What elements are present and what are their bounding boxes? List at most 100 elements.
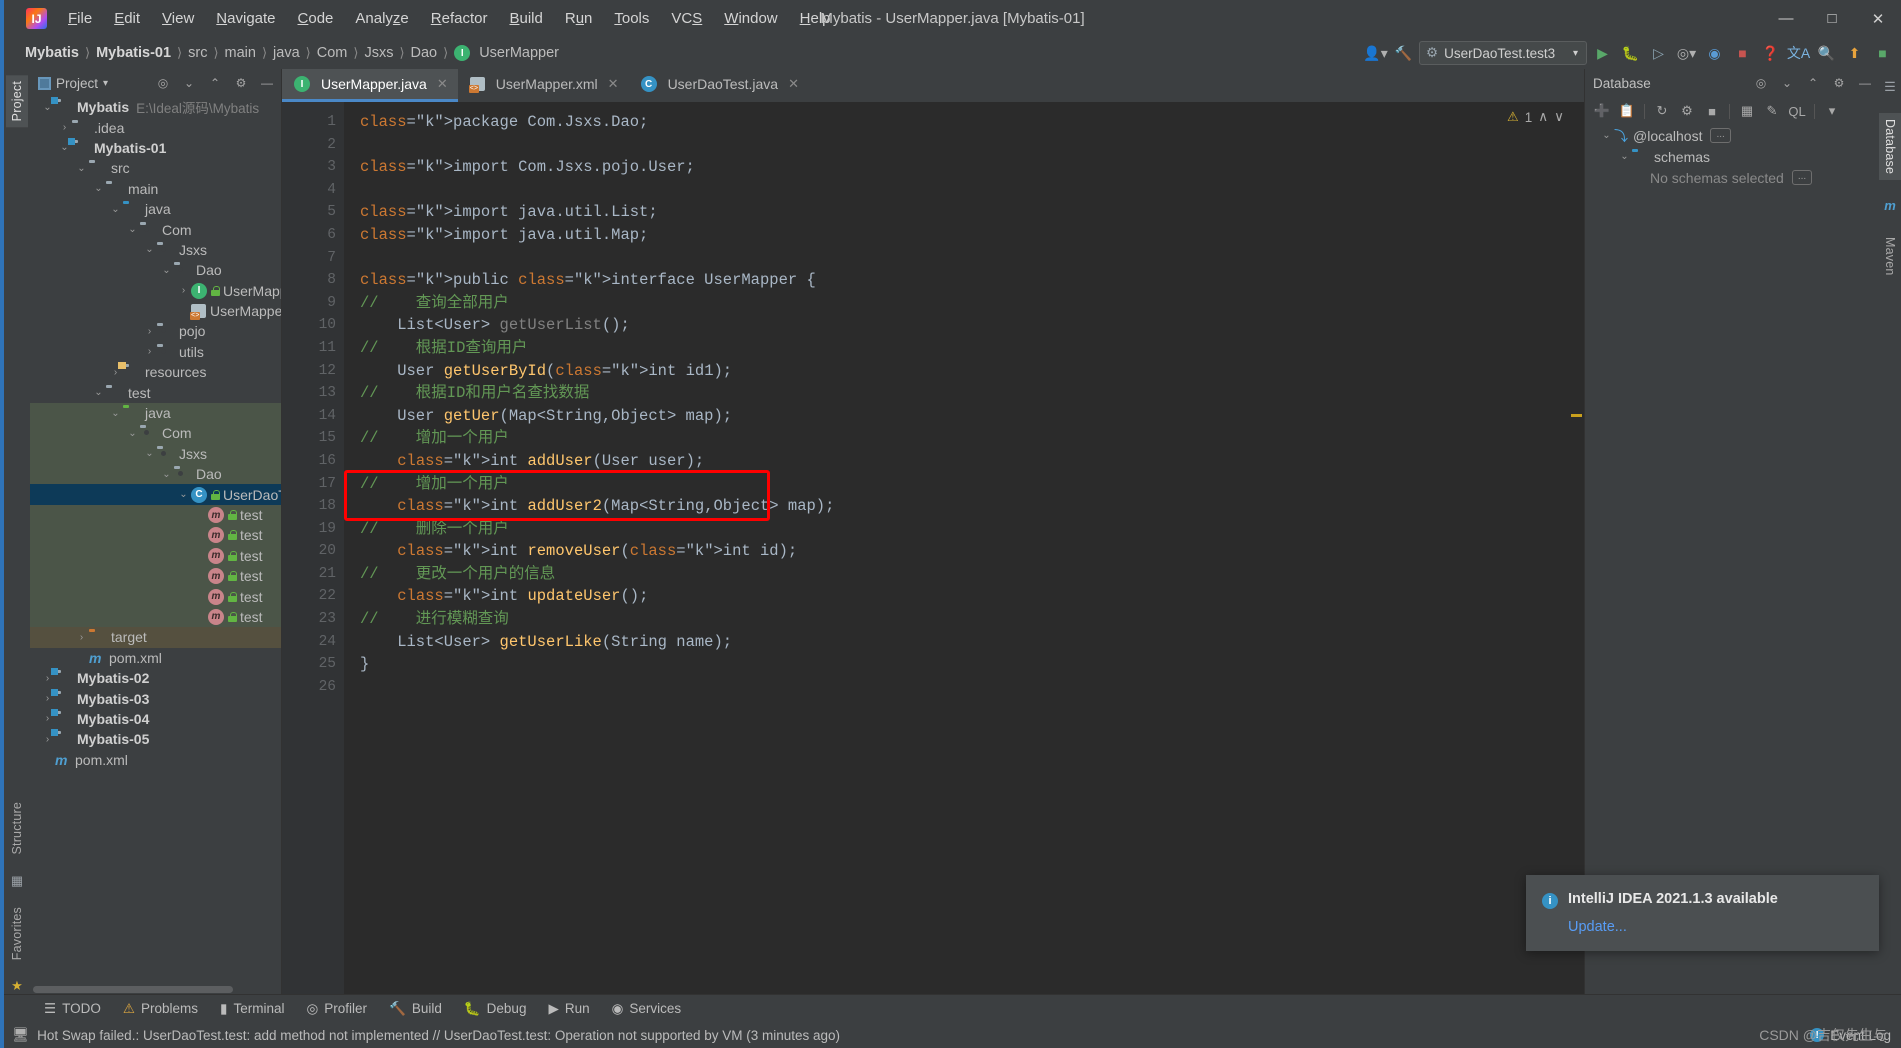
line-number[interactable]: 20: [282, 540, 344, 563]
code-line[interactable]: class="k">int addUser(User user);: [360, 450, 1568, 473]
line-number[interactable]: 3⌵: [282, 156, 353, 179]
minimize-button[interactable]: —: [1763, 0, 1809, 37]
toolwindow-problems[interactable]: ⚠ Problems: [113, 998, 208, 1020]
collapse-all-icon[interactable]: ⌃: [1803, 73, 1823, 93]
tree-item-resources[interactable]: › resources: [30, 362, 281, 382]
menu-bar[interactable]: File Edit View Navigate Code Analyze Ref…: [57, 6, 842, 31]
tree-expand-arrow[interactable]: ⌄: [142, 448, 157, 459]
tree-expand-arrow[interactable]: ⌄: [176, 489, 191, 500]
tree-expand-arrow[interactable]: [74, 652, 89, 663]
code-line[interactable]: class="k">package Com.Jsxs.Dao;: [360, 111, 1568, 134]
tree-expand-arrow[interactable]: ⌄: [74, 163, 89, 174]
sidebar-tab-structure[interactable]: Structure: [6, 796, 28, 861]
tree-item-test[interactable]: m test: [30, 525, 281, 546]
filter-icon[interactable]: ▾: [1821, 100, 1843, 122]
warning-marker[interactable]: [1571, 414, 1582, 417]
menu-file[interactable]: File: [57, 6, 103, 31]
tree-item-com[interactable]: ⌄ Com: [30, 219, 281, 239]
line-number[interactable]: 4: [282, 179, 344, 202]
help-icon[interactable]: ❓: [1758, 41, 1783, 66]
code-line[interactable]: }: [360, 653, 1568, 676]
editor-gutter[interactable]: 123⌵456⊖78910111213141516171819202122232…: [282, 102, 354, 994]
structure-icon[interactable]: ▦: [11, 873, 23, 889]
tree-item-target[interactable]: › target: [30, 627, 281, 648]
stop-icon[interactable]: ■: [1730, 41, 1755, 66]
notification-popup[interactable]: i IntelliJ IDEA 2021.1.3 available Updat…: [1526, 875, 1879, 951]
line-number[interactable]: 7: [282, 247, 344, 270]
tree-expand-arrow[interactable]: [193, 611, 208, 622]
line-number[interactable]: 6⊖: [282, 224, 353, 247]
tree-item-mybatis-04[interactable]: › Mybatis-04: [30, 708, 281, 729]
code-line[interactable]: class="k">public class="k">interface Use…: [360, 269, 1568, 292]
project-tree[interactable]: ⌄ Mybatis E:\Ideal源码\Mybatis › .idea ⌄ Mybatis…: [30, 97, 281, 985]
line-number[interactable]: 13: [282, 382, 344, 405]
breadcrumb-com[interactable]: Com: [312, 43, 353, 63]
line-number[interactable]: 14: [282, 405, 344, 428]
attach-process-icon[interactable]: ◉: [1702, 41, 1727, 66]
db-ellipsis-button[interactable]: ...: [1710, 128, 1731, 143]
toolwindow-run[interactable]: ▶ Run: [538, 998, 599, 1020]
editor-marker-strip[interactable]: [1568, 102, 1584, 994]
breadcrumb-dao[interactable]: Dao: [406, 43, 443, 63]
tree-item-mybatis-02[interactable]: › Mybatis-02: [30, 668, 281, 688]
breadcrumb-jsxs[interactable]: Jsxs: [359, 43, 398, 63]
sidebar-tab-favorites[interactable]: Favorites: [6, 901, 28, 966]
tree-item-src[interactable]: ⌄ src: [30, 158, 281, 178]
edit-icon[interactable]: ✎: [1761, 100, 1783, 122]
code-line[interactable]: [360, 247, 1568, 270]
code-line[interactable]: // 更改一个用户的信息: [360, 563, 1568, 586]
search-icon[interactable]: 🔍: [1814, 41, 1839, 66]
line-number[interactable]: 9: [282, 292, 344, 315]
source-code[interactable]: class="k">package Com.Jsxs.Dao; class="k…: [344, 102, 1568, 698]
code-line[interactable]: // 根据ID和用户名查找数据: [360, 382, 1568, 405]
run-with-coverage-icon[interactable]: ▷: [1646, 41, 1671, 66]
code-line[interactable]: List<User> getUserLike(String name);: [360, 631, 1568, 654]
close-icon[interactable]: ✕: [608, 76, 619, 92]
tree-item-mybatis-03[interactable]: › Mybatis-03: [30, 688, 281, 708]
tree-item-dao[interactable]: ⌄ Dao: [30, 260, 281, 280]
tree-item-mybatis-05[interactable]: › Mybatis-05: [30, 729, 281, 749]
translate-icon[interactable]: 文A: [1786, 41, 1811, 66]
debug-icon[interactable]: 🐛: [1618, 41, 1643, 66]
toolwindow-debug[interactable]: 🐛 Debug: [454, 998, 537, 1020]
menu-help[interactable]: Help: [789, 6, 842, 31]
menu-vcs[interactable]: VCS: [660, 6, 713, 31]
tree-item-test[interactable]: m test: [30, 504, 281, 526]
tab-usermapper-java[interactable]: I UserMapper.java ✕: [282, 69, 458, 102]
notification-update-link[interactable]: Update...: [1568, 919, 1861, 935]
hide-icon[interactable]: —: [1855, 73, 1875, 93]
tree-expand-arrow[interactable]: ⌄: [159, 265, 174, 276]
code-line[interactable]: class="k">int updateUser();: [360, 585, 1568, 608]
tree-expand-arrow[interactable]: [193, 550, 208, 561]
tree-expand-arrow[interactable]: ⌄: [159, 469, 174, 480]
db-tree-item-no-schemas-selected[interactable]: No schemas selected...: [1585, 167, 1879, 188]
copy-icon[interactable]: 📋: [1616, 100, 1638, 122]
prev-problem-icon[interactable]: ∧: [1538, 109, 1548, 125]
tree-item-java[interactable]: ⌄ java: [30, 199, 281, 219]
breadcrumb-usermapper[interactable]: I UserMapper: [449, 43, 564, 63]
line-number[interactable]: 25: [282, 653, 344, 676]
sidebar-tab-maven[interactable]: Maven: [1879, 231, 1901, 282]
line-number[interactable]: 2: [282, 134, 344, 157]
line-number[interactable]: 8: [282, 269, 344, 292]
code-line[interactable]: [360, 179, 1568, 202]
query-console-icon[interactable]: QL: [1786, 100, 1808, 122]
line-number[interactable]: 10: [282, 314, 344, 337]
tree-item-mybatis-01[interactable]: ⌄ Mybatis-01: [30, 137, 281, 158]
toolwindow-terminal[interactable]: ▮ Terminal: [210, 998, 294, 1020]
build-hammer-icon[interactable]: 🔨: [1391, 41, 1416, 66]
tree-expand-arrow[interactable]: ›: [57, 122, 72, 133]
tree-expand-arrow[interactable]: [193, 571, 208, 582]
code-line[interactable]: // 增加一个用户: [360, 427, 1568, 450]
tree-item-java[interactable]: ⌄ java: [30, 402, 281, 424]
status-message[interactable]: Hot Swap failed.: UserDaoTest.test: add …: [37, 1028, 840, 1043]
hide-icon[interactable]: —: [257, 73, 277, 93]
code-line[interactable]: [360, 134, 1568, 157]
menu-window[interactable]: Window: [713, 6, 788, 31]
menu-edit[interactable]: Edit: [103, 6, 151, 31]
project-panel-title-group[interactable]: Project ▾: [38, 76, 108, 91]
db-expand-arrow[interactable]: ⌄: [1617, 151, 1632, 162]
breadcrumb-main[interactable]: main: [220, 43, 261, 63]
tree-item-pom-xml[interactable]: m pom.xml: [30, 648, 281, 668]
line-number[interactable]: 16: [282, 450, 344, 473]
